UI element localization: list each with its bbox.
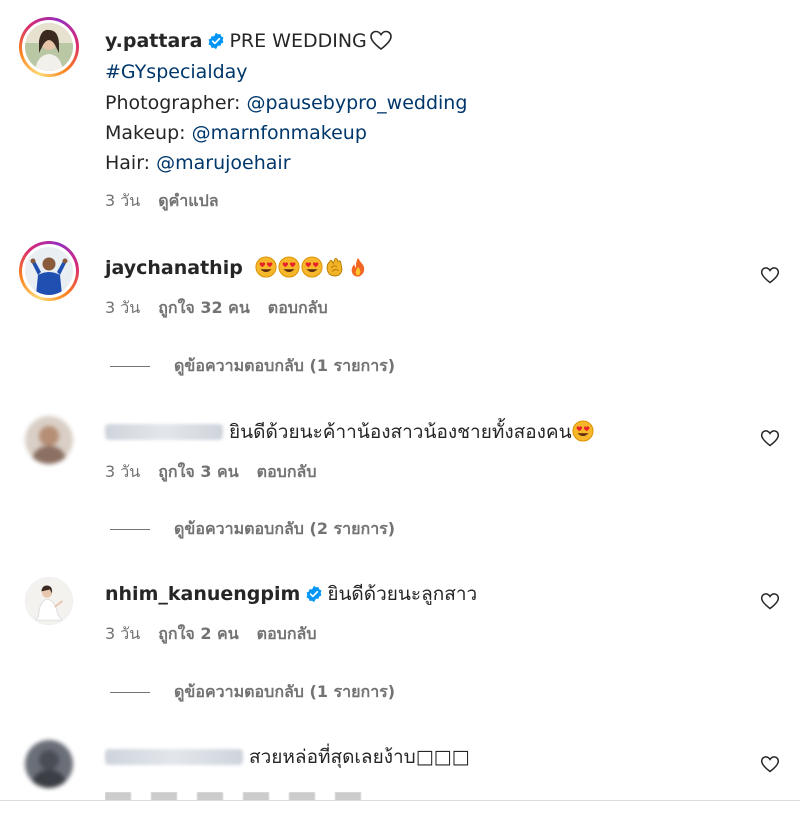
comment-avatar-4[interactable] bbox=[19, 734, 79, 794]
caption-avatar[interactable] bbox=[19, 17, 79, 77]
fire-emoji-icon bbox=[351, 257, 365, 277]
comment-text: ยินดีด้วยนะค้าาน้องสาวน้องชายทั้งสองคน bbox=[229, 421, 572, 443]
comment-likes[interactable]: ถูกใจ 2 คน bbox=[158, 624, 238, 643]
view-replies-button[interactable]: ดูข้อความตอบกลับ (1 รายการ) bbox=[110, 682, 395, 702]
hair-mention[interactable]: @marujoehair bbox=[156, 152, 290, 174]
avatar-photo bbox=[25, 740, 73, 788]
heart-eyes-emoji-icon bbox=[572, 420, 594, 442]
caption-makeup-line: Makeup: @marnfonmakeup bbox=[105, 121, 367, 145]
caption-title-line: y.pattara PRE WEDDING bbox=[105, 29, 394, 53]
comment-username[interactable]: jaychanathip bbox=[105, 257, 243, 279]
verified-badge-icon bbox=[306, 585, 322, 603]
reply-button[interactable]: ตอบกลับ bbox=[257, 462, 317, 481]
comment-meta-4-cutoff bbox=[105, 792, 365, 800]
comment-avatar-nhim[interactable] bbox=[19, 571, 79, 631]
caption-title: PRE WEDDING bbox=[229, 30, 367, 52]
reply-button[interactable]: ตอบกลับ bbox=[257, 624, 317, 643]
comment-line-2: ยินดีด้วยนะค้าาน้องสาวน้องชายทั้งสองคน bbox=[105, 420, 595, 444]
view-replies-label: ดูข้อความตอบกลับ (1 รายการ) bbox=[174, 356, 396, 375]
comment-time[interactable]: 3 วัน bbox=[105, 624, 140, 643]
avatar-photo bbox=[26, 578, 72, 624]
comment-meta-1: 3 วัน ถูกใจ 32 คน ตอบกลับ bbox=[105, 298, 346, 318]
comment-meta-2: 3 วัน ถูกใจ 3 คน ตอบกลับ bbox=[105, 462, 334, 482]
comment-line-4: สวยหล่อที่สุดเลยง้าบ□□□ bbox=[105, 745, 470, 769]
comment-line-1: jaychanathip bbox=[105, 256, 370, 280]
hair-label: Hair: bbox=[105, 152, 157, 174]
caption-hair-line: Hair: @marujoehair bbox=[105, 151, 291, 175]
view-replies-label: ดูข้อความตอบกลับ (1 รายการ) bbox=[174, 682, 396, 701]
divider-dash bbox=[110, 528, 150, 530]
makeup-mention[interactable]: @marnfonmakeup bbox=[192, 122, 367, 144]
translate-link[interactable]: ดูคำแปล bbox=[158, 191, 218, 210]
heart-eyes-emoji-icon bbox=[301, 256, 323, 278]
bottom-divider bbox=[0, 800, 800, 801]
photographer-label: Photographer: bbox=[105, 92, 247, 114]
photographer-mention[interactable]: @pausebypro_wedding bbox=[246, 92, 467, 114]
like-heart-icon[interactable] bbox=[760, 591, 780, 611]
divider-dash bbox=[110, 691, 150, 693]
comment-line-3: nhim_kanuengpim ยินดีด้วยนะลูกสาว bbox=[105, 582, 477, 606]
clap-emoji-icon bbox=[326, 257, 343, 277]
comment-time[interactable]: 3 วัน bbox=[105, 298, 140, 317]
caption-photographer-line: Photographer: @pausebypro_wedding bbox=[105, 91, 467, 115]
avatar-photo bbox=[25, 416, 73, 464]
caption-time[interactable]: 3 วัน bbox=[105, 191, 140, 210]
caption-hashtag[interactable]: #GYspecialday bbox=[105, 60, 248, 84]
comment-time[interactable]: 3 วัน bbox=[105, 462, 140, 481]
like-heart-icon[interactable] bbox=[760, 754, 780, 774]
comment-emojis bbox=[255, 256, 370, 279]
view-replies-label: ดูข้อความตอบกลับ (2 รายการ) bbox=[174, 519, 396, 538]
heart-outline-icon bbox=[369, 30, 392, 51]
view-replies-button[interactable]: ดูข้อความตอบกลับ (1 รายการ) bbox=[110, 356, 395, 376]
redacted-username[interactable] bbox=[105, 424, 223, 440]
comment-likes[interactable]: ถูกใจ 32 คน bbox=[158, 298, 250, 317]
caption-username[interactable]: y.pattara bbox=[105, 30, 202, 52]
avatar-photo bbox=[25, 247, 73, 295]
like-heart-icon[interactable] bbox=[760, 428, 780, 448]
comment-likes[interactable]: ถูกใจ 3 คน bbox=[158, 462, 238, 481]
comment-meta-3: 3 วัน ถูกใจ 2 คน ตอบกลับ bbox=[105, 624, 334, 644]
makeup-label: Makeup: bbox=[105, 122, 192, 144]
divider-dash bbox=[110, 365, 150, 367]
comment-username[interactable]: nhim_kanuengpim bbox=[105, 583, 300, 605]
caption-meta: 3 วัน ดูคำแปล bbox=[105, 191, 237, 211]
verified-badge-icon bbox=[209, 32, 224, 50]
like-heart-icon[interactable] bbox=[760, 265, 780, 285]
reply-button[interactable]: ตอบกลับ bbox=[268, 298, 328, 317]
comment-text: สวยหล่อที่สุดเลยง้าบ□□□ bbox=[249, 746, 470, 768]
heart-eyes-emoji-icon bbox=[278, 256, 300, 278]
view-replies-button[interactable]: ดูข้อความตอบกลับ (2 รายการ) bbox=[110, 519, 395, 539]
comment-avatar-2[interactable] bbox=[19, 410, 79, 470]
redacted-username[interactable] bbox=[105, 749, 243, 765]
avatar-photo bbox=[25, 23, 73, 71]
comment-avatar-jaychanathip[interactable] bbox=[19, 241, 79, 301]
heart-eyes-emoji-icon bbox=[255, 256, 277, 278]
comment-text: ยินดีด้วยนะลูกสาว bbox=[327, 583, 478, 605]
